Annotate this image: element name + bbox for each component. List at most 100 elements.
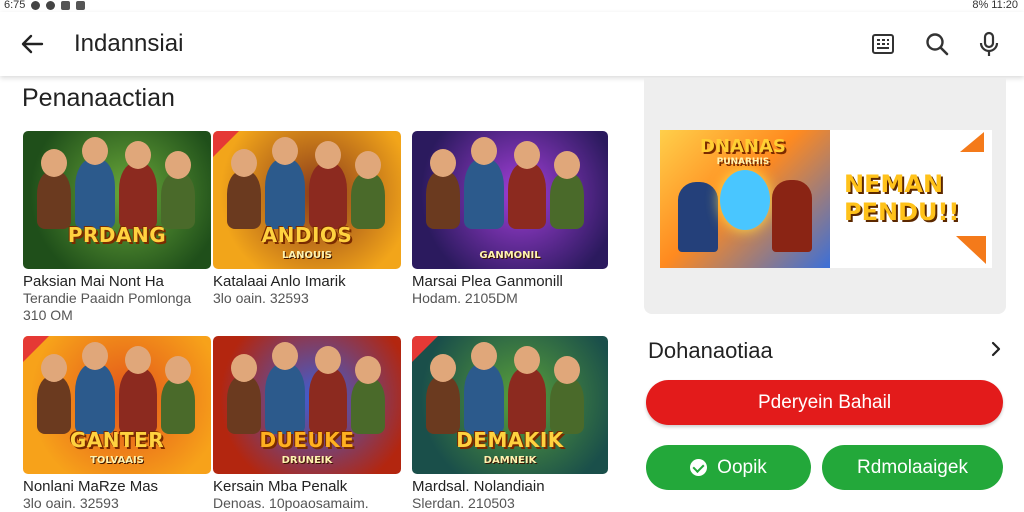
game-characters: [23, 137, 211, 229]
primary-button[interactable]: Pderyein Bahail: [646, 380, 1003, 425]
banner-headline-2: PENDU!!: [844, 198, 960, 226]
character-figure: [550, 151, 584, 229]
character-figure: [351, 151, 385, 229]
character-head: [272, 137, 298, 165]
game-characters: [412, 342, 608, 434]
banner-headline-1: NEMAN: [844, 170, 944, 198]
game-thumbnail: GANMONIL: [412, 131, 608, 269]
character-figure: [37, 149, 71, 229]
game-logo: GANTER: [69, 428, 165, 452]
game-thumbnail: PRDANG: [23, 131, 211, 269]
game-meta: 310 OM: [23, 307, 73, 323]
character-head: [165, 356, 191, 384]
mic-icon[interactable]: [974, 29, 1004, 59]
check-button-label: Oopik: [717, 456, 767, 478]
status-bar: 6:75 8% 11:20: [0, 0, 1024, 12]
character-head: [125, 141, 151, 169]
character-figure: [161, 356, 195, 434]
game-meta: 3lo oain. 32593: [23, 495, 119, 511]
notification-icon: [31, 0, 41, 10]
game-title: Nonlani MaRze Mas: [23, 478, 159, 495]
character-figure: [309, 346, 347, 434]
character-figure: [508, 346, 546, 434]
game-title: Mardsal. Nolandiain: [412, 478, 545, 495]
more-row-label[interactable]: Dohanaotiaa: [648, 338, 773, 364]
banner-hero-1: [678, 182, 718, 252]
check-circle-icon: [690, 459, 708, 476]
game-thumbnail: ANDIOS LANOUIS: [213, 131, 401, 269]
character-figure: [265, 342, 305, 434]
game-meta: Slerdan. 210503: [412, 495, 515, 511]
character-figure: [227, 149, 261, 229]
character-head: [125, 346, 151, 374]
game-title: Katalaai Anlo Imarik: [213, 273, 346, 290]
character-figure: [309, 141, 347, 229]
character-figure: [464, 137, 504, 229]
game-card[interactable]: PRDANG Paksian Mai Nont Ha Terandie Paaidn…: [23, 131, 211, 324]
character-head: [165, 151, 191, 179]
chevron-right-icon[interactable]: [986, 338, 1006, 360]
game-meta: Denoas. 10poaosamaim.: [213, 495, 369, 511]
character-head: [514, 346, 540, 374]
game-thumbnail: DUEUKE DRUNEIK: [213, 336, 401, 474]
banner-decoration: [956, 236, 986, 264]
character-figure: [75, 137, 115, 229]
promo-banner[interactable]: DNANAS PUNARHIS NEMAN PENDU!!: [660, 130, 992, 268]
status-time: 6:75: [4, 0, 26, 11]
check-button[interactable]: Oopik: [646, 445, 811, 490]
game-card[interactable]: GANTER TOLVAAIS Nonlani MaRze Mas 3lo oain.…: [23, 336, 211, 512]
banner-logo: DNANAS PUNARHIS: [700, 136, 786, 167]
game-title: Paksian Mai Nont Ha: [23, 273, 164, 290]
character-figure: [508, 141, 546, 229]
character-head: [514, 141, 540, 169]
game-logo: ANDIOS: [261, 223, 353, 247]
character-figure: [75, 342, 115, 434]
photo-icon: [76, 0, 86, 10]
secondary-button-label: Rdmolaaigek: [857, 456, 968, 478]
game-card[interactable]: ANDIOS LANOUIS Katalaai Anlo Imarik 3lo oai…: [213, 131, 401, 307]
character-figure: [265, 137, 305, 229]
game-logo: DUEUKE: [259, 428, 355, 452]
character-head: [430, 149, 456, 177]
character-figure: [119, 141, 157, 229]
search-icon[interactable]: [922, 29, 952, 59]
game-thumbnail: GANTER TOLVAAIS: [23, 336, 211, 474]
character-figure: [161, 151, 195, 229]
character-figure: [351, 356, 385, 434]
character-figure: [119, 346, 157, 434]
new-badge: [412, 336, 438, 362]
game-logo-sub: LANOUIS: [281, 250, 333, 261]
game-characters: [23, 342, 211, 434]
page-title: Indannsiai: [74, 30, 184, 57]
new-badge: [23, 336, 49, 362]
character-figure: [37, 354, 71, 434]
banner-logo-text: DNANAS: [700, 136, 786, 157]
banner-creature: [720, 170, 770, 230]
game-logo-sub: DAMNEIK: [483, 455, 537, 466]
game-characters: [213, 137, 401, 229]
character-head: [82, 342, 108, 370]
character-figure: [426, 354, 460, 434]
game-logo-sub: GANMONIL: [479, 250, 541, 261]
secondary-button[interactable]: Rdmolaaigek: [822, 445, 1003, 490]
game-card[interactable]: DUEUKE DRUNEIK Kersain Mba Penalk Denoas. 1…: [213, 336, 401, 512]
character-head: [471, 137, 497, 165]
game-thumbnail: DEMAKIK DAMNEIK: [412, 336, 608, 474]
character-head: [355, 151, 381, 179]
character-head: [315, 141, 341, 169]
grid-icon[interactable]: [868, 29, 898, 59]
character-head: [471, 342, 497, 370]
game-card[interactable]: DEMAKIK DAMNEIK Mardsal. Nolandiain Slerdan…: [412, 336, 608, 512]
game-characters: [213, 342, 401, 434]
status-right: 8% 11:20: [972, 0, 1018, 11]
banner-headline: NEMAN PENDU!!: [844, 170, 974, 226]
game-characters: [412, 137, 608, 229]
character-head: [82, 137, 108, 165]
character-head: [355, 356, 381, 384]
back-arrow-icon[interactable]: [18, 30, 46, 58]
character-head: [315, 346, 341, 374]
new-badge: [213, 131, 239, 157]
game-card[interactable]: GANMONIL Marsai Plea Ganmonill Hodam. 2105…: [412, 131, 608, 307]
sync-icon: [46, 0, 56, 10]
app-icon: [61, 0, 71, 10]
